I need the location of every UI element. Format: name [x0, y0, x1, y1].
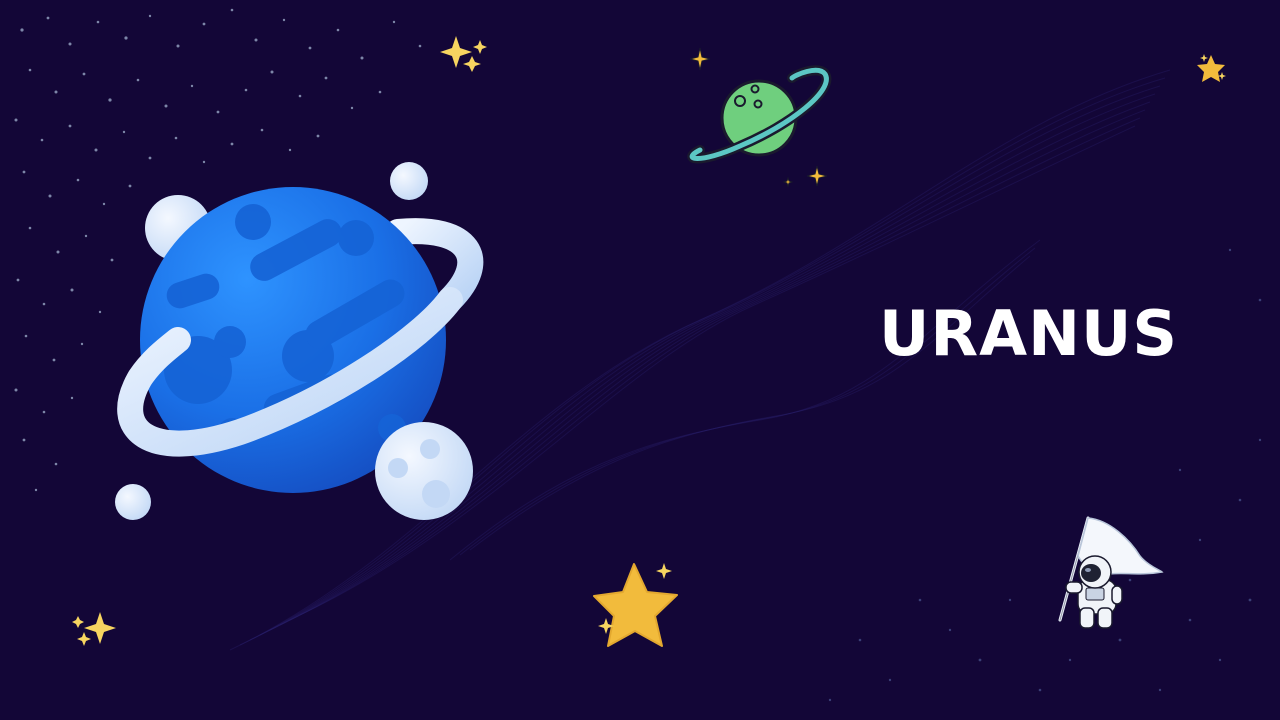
- slide-title: URANUS: [879, 297, 1178, 370]
- slide: URANUS: [0, 0, 1280, 720]
